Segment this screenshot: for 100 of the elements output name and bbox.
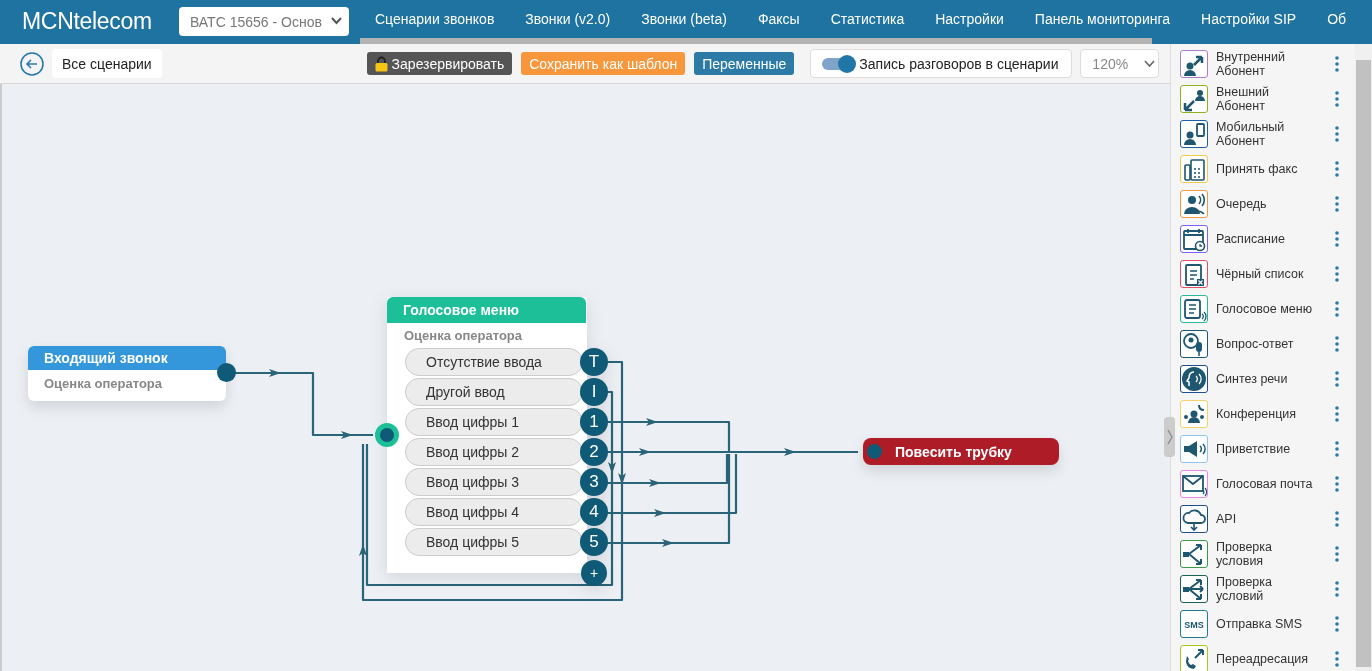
block-label[interactable]: Мобильный Абонент xyxy=(1216,120,1326,148)
sms-icon[interactable]: SMS xyxy=(1180,610,1208,638)
scroll-bar[interactable] xyxy=(360,38,1152,44)
chevron-icon xyxy=(331,17,342,25)
fax-icon[interactable] xyxy=(1180,155,1208,183)
document-sound-icon[interactable] xyxy=(1180,295,1208,323)
voice-menu-node[interactable]: Голосовое меню Оценка оператора Отсутствие ввода T Другой ввод I Ввод цифры 1 1 Ввод цифры 2 2 Ввод цифры 3 3 Ввод цифры 4 4 Ввод цифры 5 5 + xyxy=(387,297,610,588)
more-icon[interactable] xyxy=(1335,336,1339,352)
more-icon[interactable] xyxy=(1335,511,1339,527)
more-icon[interactable] xyxy=(1335,301,1339,317)
back-icon[interactable] xyxy=(20,51,44,76)
incoming-call-node[interactable]: Входящий звонок Оценка оператора xyxy=(28,346,226,401)
hang-up-node[interactable]: Повесить трубку xyxy=(863,438,1059,465)
person-phone-icon[interactable] xyxy=(1180,120,1208,148)
node-title: Повесить трубку xyxy=(895,443,1012,460)
people-phone-icon[interactable] xyxy=(1180,400,1208,428)
people-queue-icon[interactable] xyxy=(1180,190,1208,218)
block-label[interactable]: Конференция xyxy=(1216,407,1326,421)
nav-link[interactable]: Статистика xyxy=(830,11,905,27)
nav-link[interactable]: Звонки (v2.0) xyxy=(525,11,611,27)
node-subtitle: Оценка оператора xyxy=(403,327,524,343)
block-label[interactable]: Проверка условия xyxy=(1216,540,1326,568)
variables-button[interactable]: Переменные xyxy=(694,52,795,75)
more-icon[interactable] xyxy=(1335,231,1339,247)
person-microphone-icon[interactable] xyxy=(1180,330,1208,358)
checklist-icon[interactable] xyxy=(1180,260,1208,288)
nav-link[interactable]: Панель мониторинга xyxy=(1034,11,1171,27)
more-icon[interactable] xyxy=(1335,371,1339,387)
more-icon[interactable] xyxy=(1335,441,1339,457)
menu-option[interactable]: Ввод цифры 4 xyxy=(405,498,583,526)
scroll-bar[interactable] xyxy=(1355,44,1372,671)
menu-option[interactable]: Ввод цифры 2 xyxy=(405,438,583,466)
block-label[interactable]: Принять факс xyxy=(1216,162,1326,176)
nav-link[interactable]: Факсы xyxy=(757,11,800,27)
node-title: Голосовое меню xyxy=(387,297,586,323)
more-icon[interactable] xyxy=(1335,406,1339,422)
toggle-label: Запись разговоров в сценарии xyxy=(859,55,1059,72)
calendar-clock-icon[interactable] xyxy=(1180,225,1208,253)
input-port[interactable] xyxy=(867,444,882,459)
nav-link[interactable]: Настройки xyxy=(935,11,1004,27)
branch-icon[interactable] xyxy=(1180,540,1208,568)
more-icon[interactable] xyxy=(1335,476,1339,492)
menu-option[interactable]: Ввод цифры 1 xyxy=(405,408,583,436)
more-icon[interactable] xyxy=(1335,581,1339,597)
account-select[interactable]: ВАТС 15656 - Основ xyxy=(179,7,349,36)
block-label[interactable]: Проверка условий xyxy=(1216,575,1326,603)
nav-link[interactable]: Сценарии звонков xyxy=(375,11,495,27)
menu-option[interactable]: Ввод цифры 3 xyxy=(405,468,583,496)
output-port[interactable]: I xyxy=(580,378,608,406)
block-label[interactable]: Очередь xyxy=(1216,197,1326,211)
node-subtitle: Оценка оператора xyxy=(43,375,164,391)
node-title: Входящий звонок xyxy=(28,346,226,370)
menu-option[interactable]: Ввод цифры 5 xyxy=(405,528,583,556)
nav-link[interactable]: Настройки SIP xyxy=(1201,11,1297,27)
more-icon[interactable] xyxy=(1335,91,1339,107)
chevron-icon xyxy=(1144,59,1156,68)
output-port[interactable]: 1 xyxy=(580,408,608,436)
nav-link[interactable]: Об xyxy=(1327,11,1347,27)
more-icon[interactable] xyxy=(1335,651,1339,667)
block-label[interactable]: Переадресация xyxy=(1216,652,1326,666)
input-port[interactable] xyxy=(375,423,399,447)
more-icon[interactable] xyxy=(1335,56,1339,72)
menu-option[interactable]: Отсутствие ввода xyxy=(405,348,583,376)
block-label[interactable]: Отправка SMS xyxy=(1216,617,1326,631)
speaking-head-icon[interactable] xyxy=(1180,365,1208,393)
zoom-select[interactable]: 120% xyxy=(1080,49,1160,78)
output-port[interactable]: 3 xyxy=(580,468,608,496)
more-icon[interactable] xyxy=(1335,546,1339,562)
envelope-sound-icon[interactable] xyxy=(1180,470,1208,498)
megaphone-icon[interactable] xyxy=(1180,435,1208,463)
lock-icon xyxy=(374,55,388,72)
menu-option[interactable]: Другой ввод xyxy=(405,378,583,406)
block-label[interactable]: Приветствие xyxy=(1216,442,1326,456)
nav-link[interactable]: Звонки (beta) xyxy=(641,11,727,27)
recording-toggle[interactable]: Запись разговоров в сценарии xyxy=(810,49,1073,78)
block-label[interactable]: Вопрос-ответ xyxy=(1216,337,1326,351)
logo: MCNtelecom xyxy=(22,8,153,36)
cloud-download-icon[interactable] xyxy=(1180,505,1208,533)
block-label[interactable]: Голосовое меню xyxy=(1216,302,1326,316)
block-label[interactable]: Голосовая почта xyxy=(1216,477,1326,491)
reserve-button[interactable]: Зарезервировать xyxy=(366,52,513,75)
more-icon[interactable] xyxy=(1335,266,1339,282)
output-port[interactable]: 4 xyxy=(580,498,608,526)
branch-icon[interactable] xyxy=(1180,575,1208,603)
output-port[interactable]: 5 xyxy=(580,528,608,556)
more-icon[interactable] xyxy=(1335,196,1339,212)
more-icon[interactable] xyxy=(1335,616,1339,632)
block-label[interactable]: Расписание xyxy=(1216,232,1326,246)
block-label[interactable]: API xyxy=(1216,512,1326,526)
output-port[interactable]: 2 xyxy=(580,438,608,466)
add-port-button[interactable]: + xyxy=(581,560,607,586)
block-label[interactable]: Синтез речи xyxy=(1216,372,1326,386)
output-port[interactable]: T xyxy=(580,348,608,376)
block-label[interactable]: Внешний Абонент xyxy=(1216,85,1326,113)
all-scenarios-link[interactable]: Все сценарии xyxy=(52,49,162,78)
more-icon[interactable] xyxy=(1335,126,1339,142)
block-label[interactable]: Чёрный список xyxy=(1216,267,1326,281)
toggle-switch[interactable] xyxy=(822,57,855,70)
block-label[interactable]: Внутренний Абонент xyxy=(1216,50,1326,78)
more-icon[interactable] xyxy=(1335,161,1339,177)
